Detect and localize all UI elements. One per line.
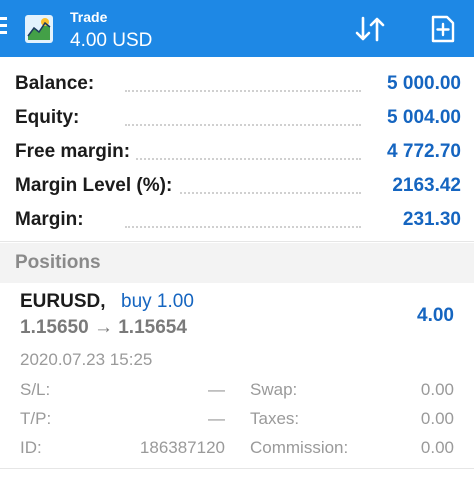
dotted-leader — [125, 226, 361, 228]
tp-label: T/P: — [20, 409, 52, 428]
balance-row: Balance: 5 000.00 — [15, 67, 461, 101]
account-profit-subtitle: 4.00 USD — [70, 30, 153, 51]
equity-value: 5 004.00 — [381, 107, 461, 129]
position-item[interactable]: EURUSD, buy 1.00 1.15650 → 1.15654 4.00 … — [0, 283, 474, 468]
taxes-label: Taxes: — [250, 409, 300, 428]
sl-value: — — [208, 380, 225, 399]
equity-label: Equity: — [15, 107, 86, 129]
balance-label: Balance: — [15, 73, 101, 95]
margin-level-label: Margin Level (%): — [15, 175, 179, 197]
position-symbol: EURUSD, — [20, 291, 106, 312]
balance-value: 5 000.00 — [381, 73, 461, 95]
free-margin-value: 4 772.70 — [381, 141, 461, 163]
positions-section-header: Positions — [0, 243, 474, 283]
taxes-value: 0.00 — [420, 409, 454, 428]
swap-value: 0.00 — [420, 380, 454, 399]
tp-value: — — [208, 409, 225, 428]
free-margin-label: Free margin: — [15, 141, 137, 163]
margin-label: Margin: — [15, 209, 90, 231]
margin-value: 231.30 — [396, 209, 461, 231]
position-profit: 4.00 — [417, 305, 454, 326]
sort-icon[interactable] — [353, 14, 387, 44]
margin-level-row: Margin Level (%): 2163.42 — [15, 169, 461, 203]
commission-value: 0.00 — [420, 438, 454, 457]
free-margin-row: Free margin: 4 772.70 — [15, 135, 461, 169]
equity-row: Equity: 5 004.00 — [15, 101, 461, 135]
margin-level-value: 2163.42 — [386, 175, 461, 197]
position-side-volume: buy 1.00 — [121, 291, 194, 312]
top-app-bar: Trade 4.00 USD — [0, 0, 474, 57]
screen-title: Trade — [70, 9, 108, 25]
app-logo-icon — [25, 15, 53, 43]
list-divider — [0, 468, 474, 469]
new-order-icon[interactable] — [428, 14, 458, 44]
positions-header-label: Positions — [15, 252, 101, 273]
swap-label: Swap: — [250, 380, 298, 399]
margin-row: Margin: 231.30 — [15, 203, 461, 237]
id-label: ID: — [20, 438, 42, 457]
commission-label: Commission: — [250, 438, 349, 457]
position-open-time: 2020.07.23 15:25 — [20, 350, 153, 369]
id-value: 186387120 — [139, 438, 225, 457]
sl-label: S/L: — [20, 380, 51, 399]
dotted-leader — [125, 124, 361, 126]
dotted-leader — [125, 158, 361, 160]
position-prices: 1.15650 → 1.15654 — [20, 317, 187, 338]
dotted-leader — [125, 90, 361, 92]
menu-icon[interactable] — [0, 17, 10, 41]
account-summary: Balance: 5 000.00 Equity: 5 004.00 Free … — [0, 57, 474, 242]
